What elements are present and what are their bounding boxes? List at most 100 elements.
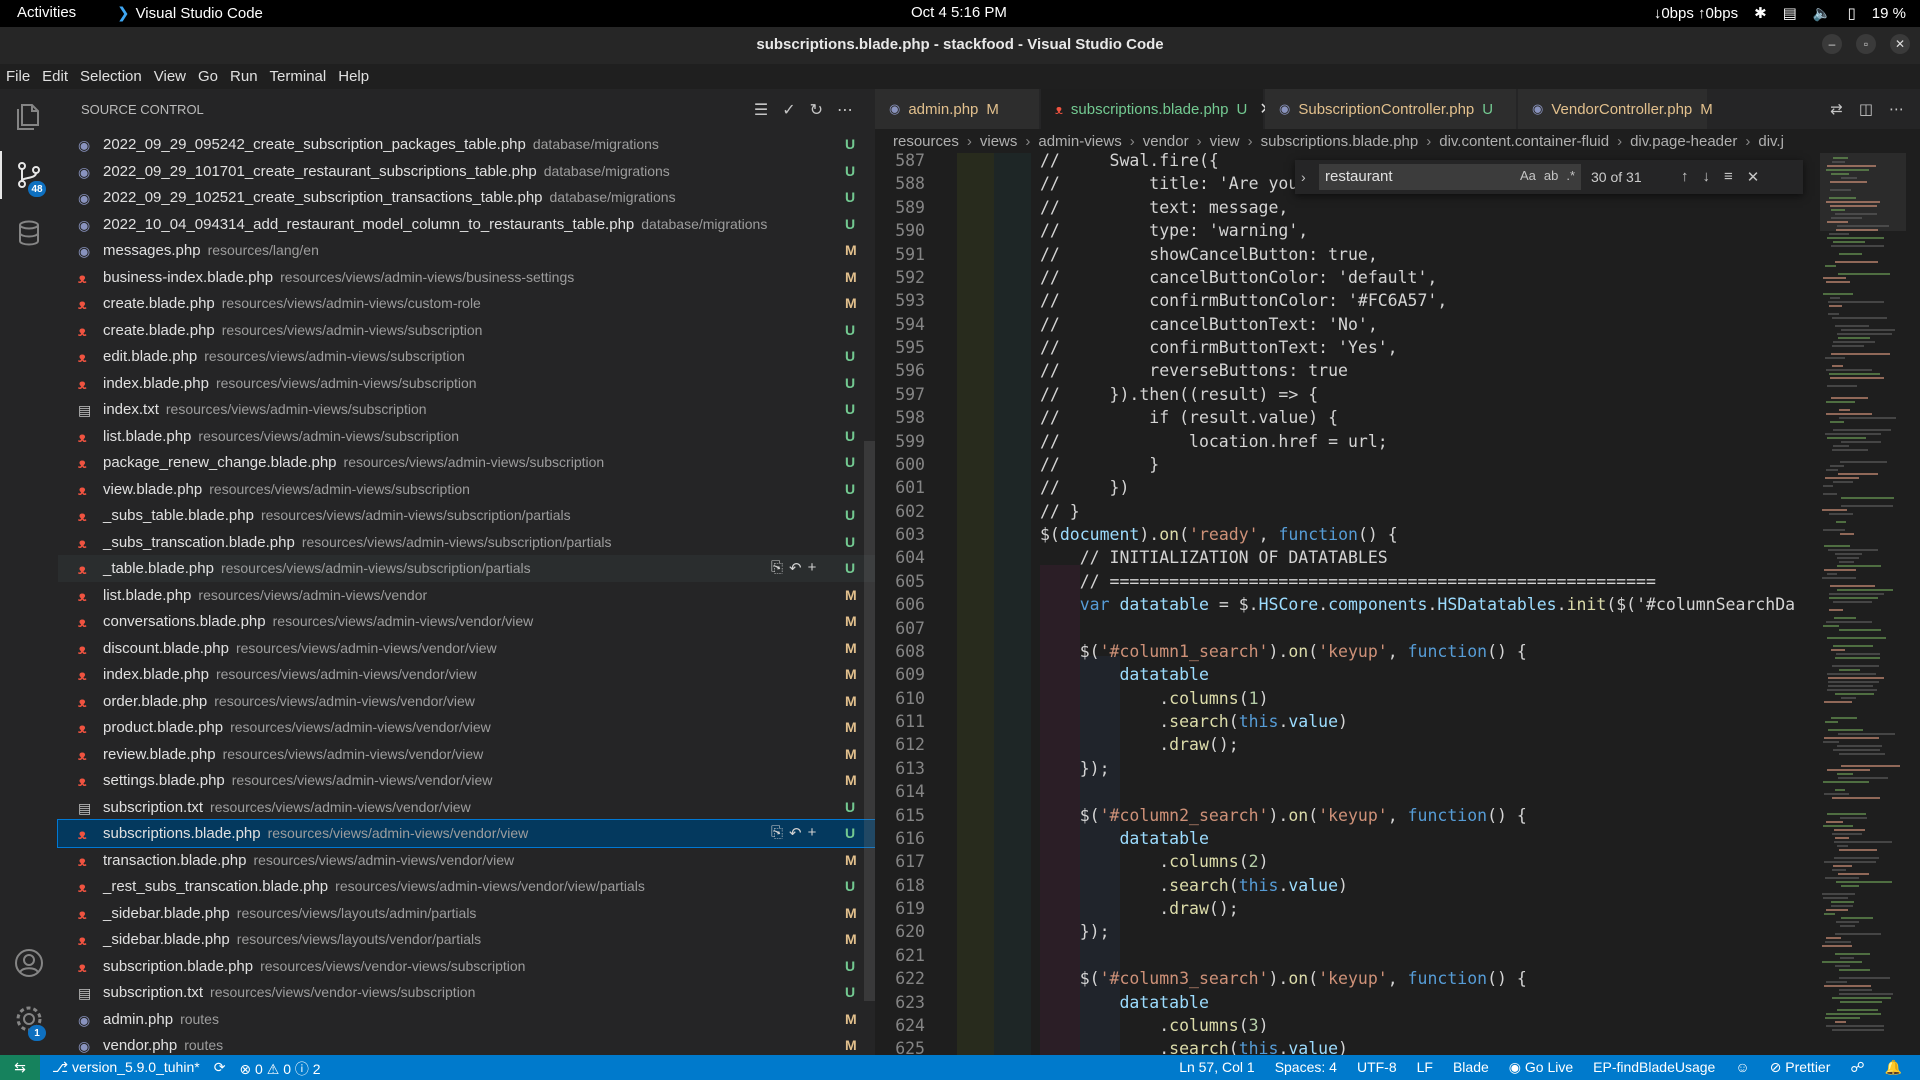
indentation[interactable]: Spaces: 4 [1275, 1059, 1337, 1076]
database-icon[interactable] [13, 217, 45, 249]
close-window-icon[interactable]: ✕ [1890, 34, 1910, 54]
encoding[interactable]: UTF-8 [1357, 1059, 1397, 1076]
tab-subscriptioncontroller-php[interactable]: ◉ SubscriptionController.php U [1265, 89, 1517, 129]
code-editor[interactable]: 587// Swal.fire({588// title: 'Are you s… [875, 153, 1820, 1055]
minimap[interactable] [1820, 153, 1920, 1055]
list-item[interactable]: ᴥ _subs_transcation.blade.php resources/vi… [58, 529, 875, 556]
list-item[interactable]: ᴥ transaction.blade.php resources/views/ad… [58, 847, 875, 874]
list-item[interactable]: ᴥ list.blade.php resources/views/admin-vie… [58, 582, 875, 609]
stage-changes-icon[interactable]: + [808, 824, 817, 842]
maximize-icon[interactable]: ▫ [1856, 34, 1876, 54]
list-item[interactable]: ᴥ subscriptions.blade.php resources/views/… [57, 819, 876, 848]
open-file-icon[interactable]: ⎘ [771, 824, 783, 842]
list-item[interactable]: ◉ 2022_10_04_094314_add_restaurant_model_… [58, 211, 875, 238]
cursor-position[interactable]: Ln 57, Col 1 [1179, 1059, 1255, 1076]
notifications-icon[interactable]: 🔔 [1885, 1059, 1902, 1076]
tab-subscriptions-blade-php[interactable]: ᴥsubscriptions.blade.phpU✕ [1041, 89, 1273, 129]
list-item[interactable]: ᴥ _rest_subs_transcation.blade.php resourc… [58, 873, 875, 900]
explorer-icon[interactable] [13, 101, 45, 133]
breadcrumb-item[interactable]: div.j [1758, 133, 1784, 150]
editor-more-icon[interactable]: ⋯ [1889, 100, 1904, 118]
list-item[interactable]: ▤ subscription.txt resources/views/admin-v… [58, 794, 875, 821]
list-item[interactable]: ▤ subscription.txt resources/views/vendor-… [58, 979, 875, 1006]
list-item[interactable]: ᴥ _sidebar.blade.php resources/views/layou… [58, 900, 875, 927]
list-item[interactable]: ᴥ create.blade.php resources/views/admin-v… [58, 317, 875, 344]
open-changes-icon[interactable]: ⇄ [1830, 100, 1843, 118]
breadcrumb-item[interactable]: view [1210, 133, 1240, 150]
more-actions-icon[interactable]: ⋯ [837, 100, 853, 120]
copilot-icon[interactable]: ☺ [1735, 1059, 1749, 1076]
list-item[interactable]: ᴥ conversations.blade.php resources/views/… [58, 608, 875, 635]
list-item[interactable]: ᴥ _subs_table.blade.php resources/views/ad… [58, 502, 875, 529]
list-item[interactable]: ▤ index.txt resources/views/admin-views/su… [58, 396, 875, 423]
problems-item[interactable]: ⊗ 0 ⚠ 0 ⓘ 2 [239, 1059, 320, 1079]
discard-changes-icon[interactable]: ↶ [789, 824, 802, 842]
refresh-icon[interactable]: ↻ [810, 100, 823, 120]
list-item[interactable]: ᴥ index.blade.php resources/views/admin-vi… [58, 370, 875, 397]
list-item[interactable]: ᴥ business-index.blade.php resources/views… [58, 264, 875, 291]
breadcrumb-item[interactable]: subscriptions.blade.php [1261, 133, 1419, 150]
list-item[interactable]: ᴥ settings.blade.php resources/views/admin… [58, 767, 875, 794]
breadcrumb-item[interactable]: admin-views [1038, 133, 1121, 150]
menu-selection[interactable]: Selection [80, 64, 149, 89]
list-item[interactable]: ◉ 2022_09_29_101701_create_restaurant_sub… [58, 158, 875, 185]
tab-admin-php[interactable]: ◉ admin.php M [875, 89, 1040, 129]
menu-file[interactable]: File [6, 64, 37, 89]
language-mode[interactable]: Blade [1453, 1059, 1489, 1076]
clock[interactable]: Oct 4 5:16 PM [911, 4, 1007, 21]
next-match-icon[interactable]: ↓ [1703, 168, 1711, 186]
list-item[interactable]: ᴥ create.blade.php resources/views/admin-v… [58, 290, 875, 317]
menu-help[interactable]: Help [338, 64, 376, 89]
list-item[interactable]: ᴥ product.blade.php resources/views/admin-… [58, 714, 875, 741]
regex-icon[interactable]: .* [1566, 168, 1575, 183]
list-item[interactable]: ᴥ _table.blade.php resources/views/admin-v… [58, 555, 875, 582]
whole-word-icon[interactable]: ab [1544, 168, 1558, 183]
app-menu[interactable]: ❯ Visual Studio Code [117, 4, 263, 23]
find-input[interactable]: restaurant Aa ab .* [1319, 164, 1581, 190]
extension-status[interactable]: EP-findBladeUsage [1593, 1059, 1715, 1076]
branch-item[interactable]: ⎇ version_5.9.0_tuhin* [52, 1059, 200, 1079]
remote-icon[interactable]: ⇆ [0, 1055, 40, 1080]
go-live-button[interactable]: ◉ Go Live [1509, 1059, 1573, 1076]
prettier-status[interactable]: ⊘ Prettier [1770, 1059, 1831, 1076]
list-item[interactable]: ᴥ discount.blade.php resources/views/admin… [58, 635, 875, 662]
sidebar-scrollbar[interactable] [864, 441, 875, 1001]
toggle-replace-icon[interactable]: › [1301, 169, 1319, 185]
list-item[interactable]: ◉ messages.php resources/lang/en M [58, 237, 875, 264]
breadcrumb-item[interactable]: resources [893, 133, 959, 150]
list-item[interactable]: ◉ 2022_09_29_095242_create_subscription_p… [58, 131, 875, 158]
breadcrumb-item[interactable]: vendor [1143, 133, 1189, 150]
list-item[interactable]: ᴥ view.blade.php resources/views/admin-vie… [58, 476, 875, 503]
minimize-icon[interactable]: – [1822, 34, 1842, 54]
system-tray[interactable]: ↓0bps ↑0bps ✱ ▤ 🔈 ▯ 19 % [1654, 4, 1906, 23]
line-ending[interactable]: LF [1417, 1059, 1433, 1076]
list-item[interactable]: ᴥ subscription.blade.php resources/views/v… [58, 953, 875, 980]
breadcrumb-item[interactable]: views [980, 133, 1018, 150]
list-item[interactable]: ᴥ review.blade.php resources/views/admin-v… [58, 741, 875, 768]
previous-match-icon[interactable]: ↑ [1681, 168, 1689, 186]
open-file-icon[interactable]: ⎘ [771, 559, 783, 577]
account-icon[interactable] [13, 947, 45, 979]
breadcrumb-item[interactable]: div.page-header [1630, 133, 1737, 150]
list-item[interactable]: ◉ 2022_09_29_102521_create_subscription_t… [58, 184, 875, 211]
menu-go[interactable]: Go [198, 64, 225, 89]
list-item[interactable]: ᴥ list.blade.php resources/views/admin-vie… [58, 423, 875, 450]
view-as-tree-icon[interactable]: ☰ [754, 100, 768, 120]
feedback-icon[interactable]: ☍ [1850, 1059, 1864, 1076]
list-item[interactable]: ᴥ index.blade.php resources/views/admin-vi… [58, 661, 875, 688]
activities-button[interactable]: Activities [17, 4, 76, 21]
find-in-selection-icon[interactable]: ≡ [1724, 168, 1733, 186]
list-item[interactable]: ᴥ order.blade.php resources/views/admin-vi… [58, 688, 875, 715]
list-item[interactable]: ᴥ edit.blade.php resources/views/admin-vie… [58, 343, 875, 370]
menu-run[interactable]: Run [230, 64, 265, 89]
close-find-icon[interactable]: ✕ [1747, 168, 1760, 186]
sync-icon[interactable]: ⟳ [214, 1059, 226, 1079]
list-item[interactable]: ᴥ _sidebar.blade.php resources/views/layou… [58, 926, 875, 953]
stage-changes-icon[interactable]: + [808, 559, 817, 577]
tab-vendorcontroller-php[interactable]: ◉ VendorController.php M [1518, 89, 1713, 129]
discard-changes-icon[interactable]: ↶ [789, 559, 802, 577]
menu-view[interactable]: View [154, 64, 193, 89]
commit-check-icon[interactable]: ✓ [782, 100, 795, 120]
menu-terminal[interactable]: Terminal [270, 64, 334, 89]
breadcrumb-item[interactable]: div.content.container-fluid [1439, 133, 1609, 150]
